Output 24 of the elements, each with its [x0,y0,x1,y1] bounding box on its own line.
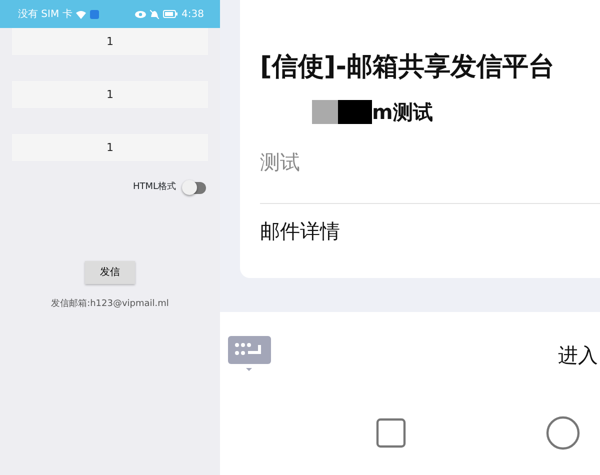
input-field[interactable]: 1 [12,28,208,55]
send-button[interactable]: 发信 [85,260,135,284]
toggle-switch[interactable] [184,182,206,194]
card-title: [信使]-邮箱共享发信平台 [260,52,556,84]
app-icon [90,10,100,18]
input-field[interactable]: 1 [12,134,208,161]
subject-text: m测试 [372,99,433,126]
muted-bell-icon [150,10,159,18]
redaction-mark [312,100,338,124]
time-text: 4:38 [182,8,204,22]
redaction-mark [338,100,372,124]
keyboard-icon[interactable] [228,336,271,372]
input-field[interactable]: 1 [12,81,208,108]
recents-icon[interactable] [376,418,406,448]
eye-icon [134,10,146,18]
body-text: 测试 [260,149,301,176]
sender-text: 发信邮箱:h123@vipmail.ml [50,298,170,310]
enter-button[interactable]: 进入 [558,340,598,370]
battery-icon [162,10,178,18]
home-icon[interactable] [546,416,580,450]
details-link[interactable]: 邮件详情 [260,219,340,244]
wifi-icon [76,10,86,18]
carrier-text: 没有 SIM 卡 [18,8,72,22]
toggle-label: HTML格式 [132,181,176,194]
